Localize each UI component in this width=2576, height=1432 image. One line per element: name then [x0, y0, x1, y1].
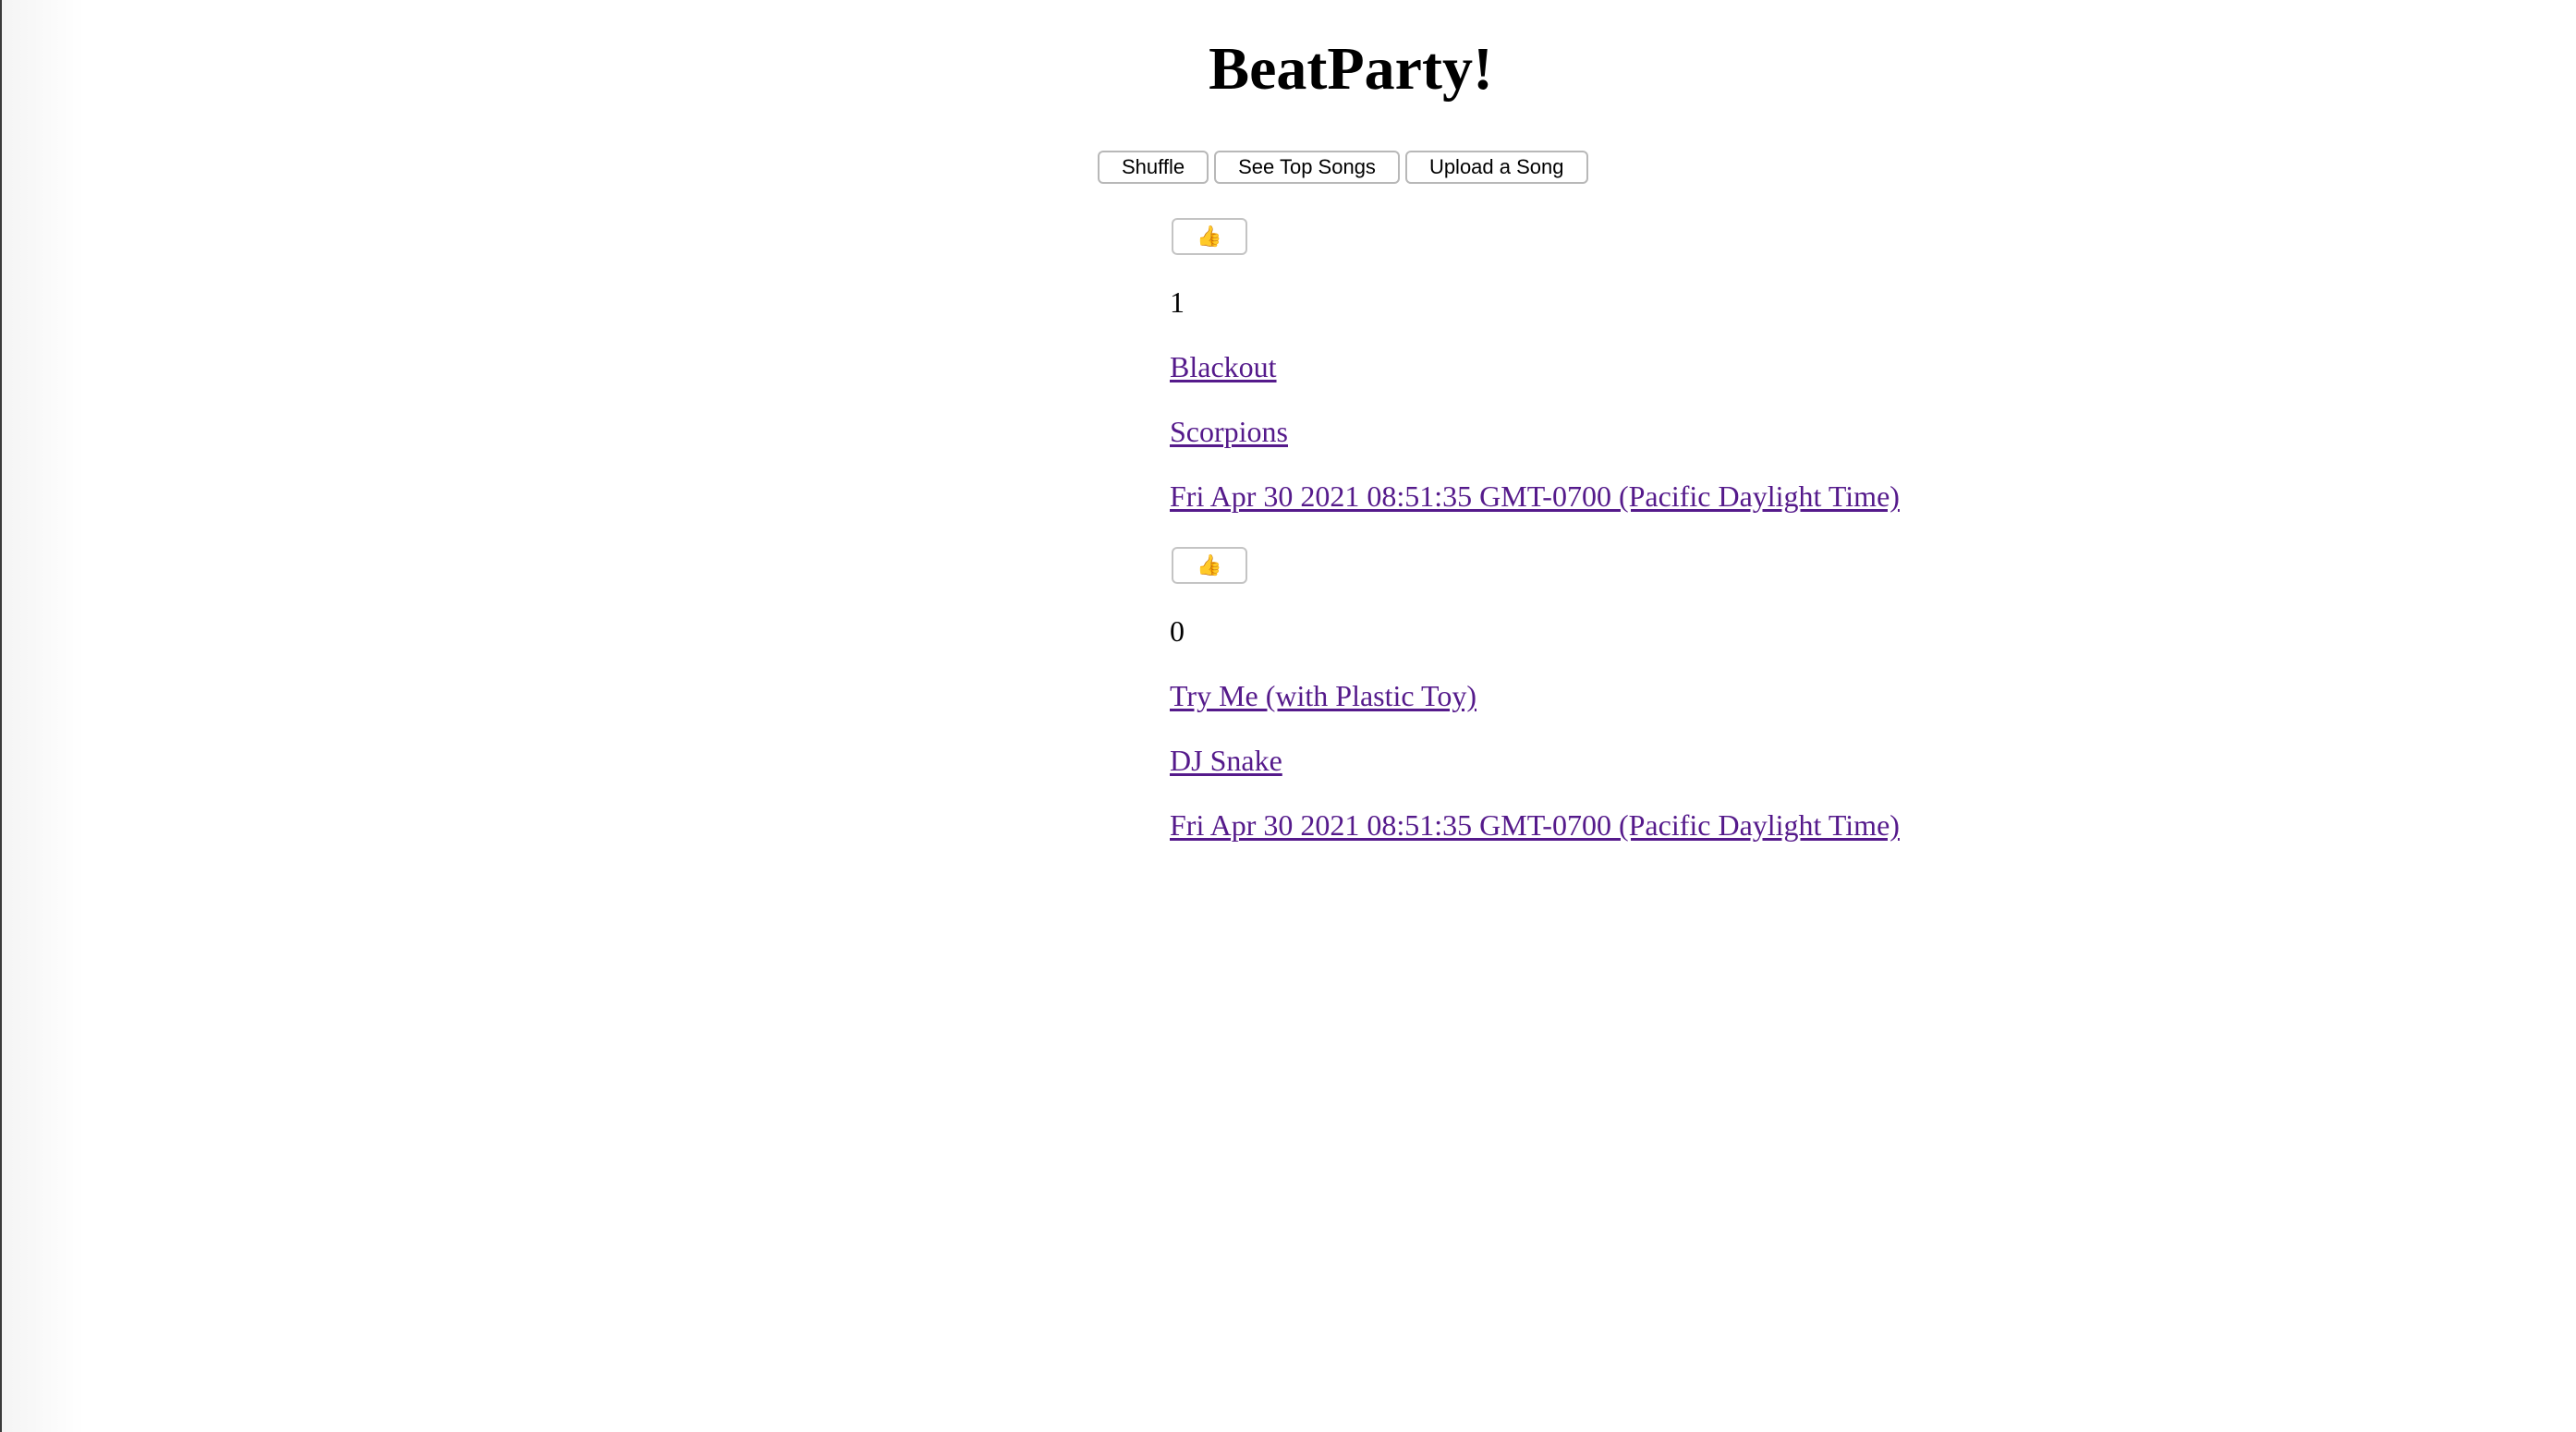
thumbs-up-icon: 👍 [1197, 225, 1222, 249]
page-title: BeatParty! [1209, 35, 1493, 103]
upload-song-button[interactable]: Upload a Song [1404, 151, 1588, 184]
window-left-shadow [2, 0, 85, 1432]
vote-count: 0 [1170, 614, 1185, 648]
song-title-link[interactable]: Try Me (with Plastic Toy) [1170, 678, 1900, 713]
song-item: 👍 0 Try Me (with Plastic Toy) DJ Snake F… [1170, 547, 1900, 843]
upvote-button[interactable]: 👍 [1172, 218, 1247, 255]
upvote-button[interactable]: 👍 [1172, 547, 1247, 584]
song-artist-link[interactable]: DJ Snake [1170, 743, 1900, 778]
see-top-songs-button[interactable]: See Top Songs [1214, 151, 1400, 184]
toolbar: Shuffle See Top Songs Upload a Song [1098, 151, 1588, 184]
shuffle-button[interactable]: Shuffle [1098, 151, 1209, 184]
song-item: 👍 1 Blackout Scorpions Fri Apr 30 2021 0… [1170, 218, 1900, 514]
vote-count: 1 [1170, 285, 1185, 319]
song-list: 👍 1 Blackout Scorpions Fri Apr 30 2021 0… [1170, 218, 1900, 876]
song-date-link[interactable]: Fri Apr 30 2021 08:51:35 GMT-0700 (Pacif… [1170, 807, 1900, 843]
song-date-link[interactable]: Fri Apr 30 2021 08:51:35 GMT-0700 (Pacif… [1170, 479, 1900, 514]
song-title-link[interactable]: Blackout [1170, 349, 1900, 384]
song-artist-link[interactable]: Scorpions [1170, 414, 1900, 449]
thumbs-up-icon: 👍 [1197, 553, 1222, 577]
